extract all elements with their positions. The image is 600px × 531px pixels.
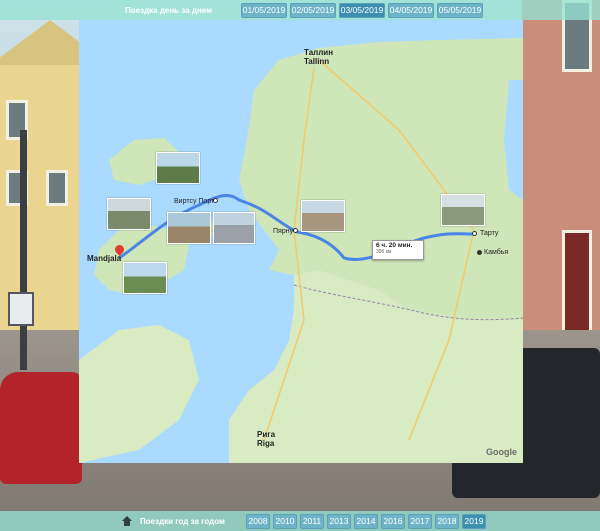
photo-thumbnail[interactable] bbox=[123, 262, 167, 294]
city-mandjala: Mandjala bbox=[87, 254, 122, 263]
photo-thumbnail[interactable] bbox=[107, 198, 151, 230]
city-virtsu: Виртсу Порт bbox=[174, 198, 215, 205]
background-pole bbox=[20, 130, 27, 370]
photo-thumbnail[interactable] bbox=[156, 152, 200, 184]
route-duration: 6 ч. 20 мин. bbox=[376, 242, 413, 249]
waypoint-icon[interactable] bbox=[293, 228, 298, 233]
photo-thumbnail[interactable] bbox=[441, 194, 485, 226]
year-button[interactable]: 2011 bbox=[300, 513, 324, 529]
photo-thumbnail[interactable] bbox=[301, 200, 345, 232]
year-button[interactable]: 2010 bbox=[273, 513, 297, 529]
background-road-sign bbox=[8, 292, 34, 326]
day-navigation-bar: Поездка день за днем 01/05/2019 02/05/20… bbox=[0, 0, 600, 20]
route-map[interactable]: Mandjala Виртсу Порт Пярну Тарту Камбья … bbox=[79, 20, 523, 463]
date-button[interactable]: 05/05/2019 bbox=[437, 2, 483, 18]
city-tartu: Тарту bbox=[480, 230, 499, 237]
year-button[interactable]: 2018 bbox=[435, 513, 459, 529]
home-icon[interactable] bbox=[122, 516, 132, 526]
waypoint-icon[interactable] bbox=[477, 250, 482, 255]
year-navigation-title: Поездки год за годом bbox=[140, 516, 225, 526]
year-button[interactable]: 2016 bbox=[381, 513, 405, 529]
city-riga: Рига Riga bbox=[257, 430, 276, 448]
date-button[interactable]: 01/05/2019 bbox=[241, 2, 287, 18]
background-building-right bbox=[522, 0, 600, 360]
map-graphic bbox=[79, 38, 523, 463]
background-red-car bbox=[0, 372, 82, 484]
photo-thumbnail[interactable] bbox=[213, 212, 255, 244]
year-navigation-bar: Поездки год за годом 2008 2010 2011 2013… bbox=[0, 511, 600, 531]
year-button[interactable]: 2014 bbox=[354, 513, 378, 529]
year-button[interactable]: 2008 bbox=[246, 513, 270, 529]
date-button[interactable]: 02/05/2019 bbox=[290, 2, 336, 18]
photo-thumbnail[interactable] bbox=[167, 212, 211, 244]
route-info-box[interactable]: 6 ч. 20 мин. 396 км bbox=[372, 240, 424, 260]
waypoint-icon[interactable] bbox=[472, 231, 477, 236]
route-distance: 396 км bbox=[376, 249, 392, 255]
city-parnu: Пярну bbox=[273, 228, 294, 235]
date-button-active[interactable]: 03/05/2019 bbox=[339, 2, 385, 18]
year-button[interactable]: 2013 bbox=[327, 513, 351, 529]
map-attribution-logo: Google bbox=[486, 447, 517, 457]
city-kambja: Камбья bbox=[484, 249, 509, 256]
city-tallinn: Таллин Tallinn bbox=[304, 48, 334, 66]
year-button-active[interactable]: 2019 bbox=[462, 513, 486, 529]
date-button[interactable]: 04/05/2019 bbox=[388, 2, 434, 18]
year-button[interactable]: 2017 bbox=[408, 513, 432, 529]
day-navigation-title: Поездка день за днем bbox=[125, 5, 213, 15]
